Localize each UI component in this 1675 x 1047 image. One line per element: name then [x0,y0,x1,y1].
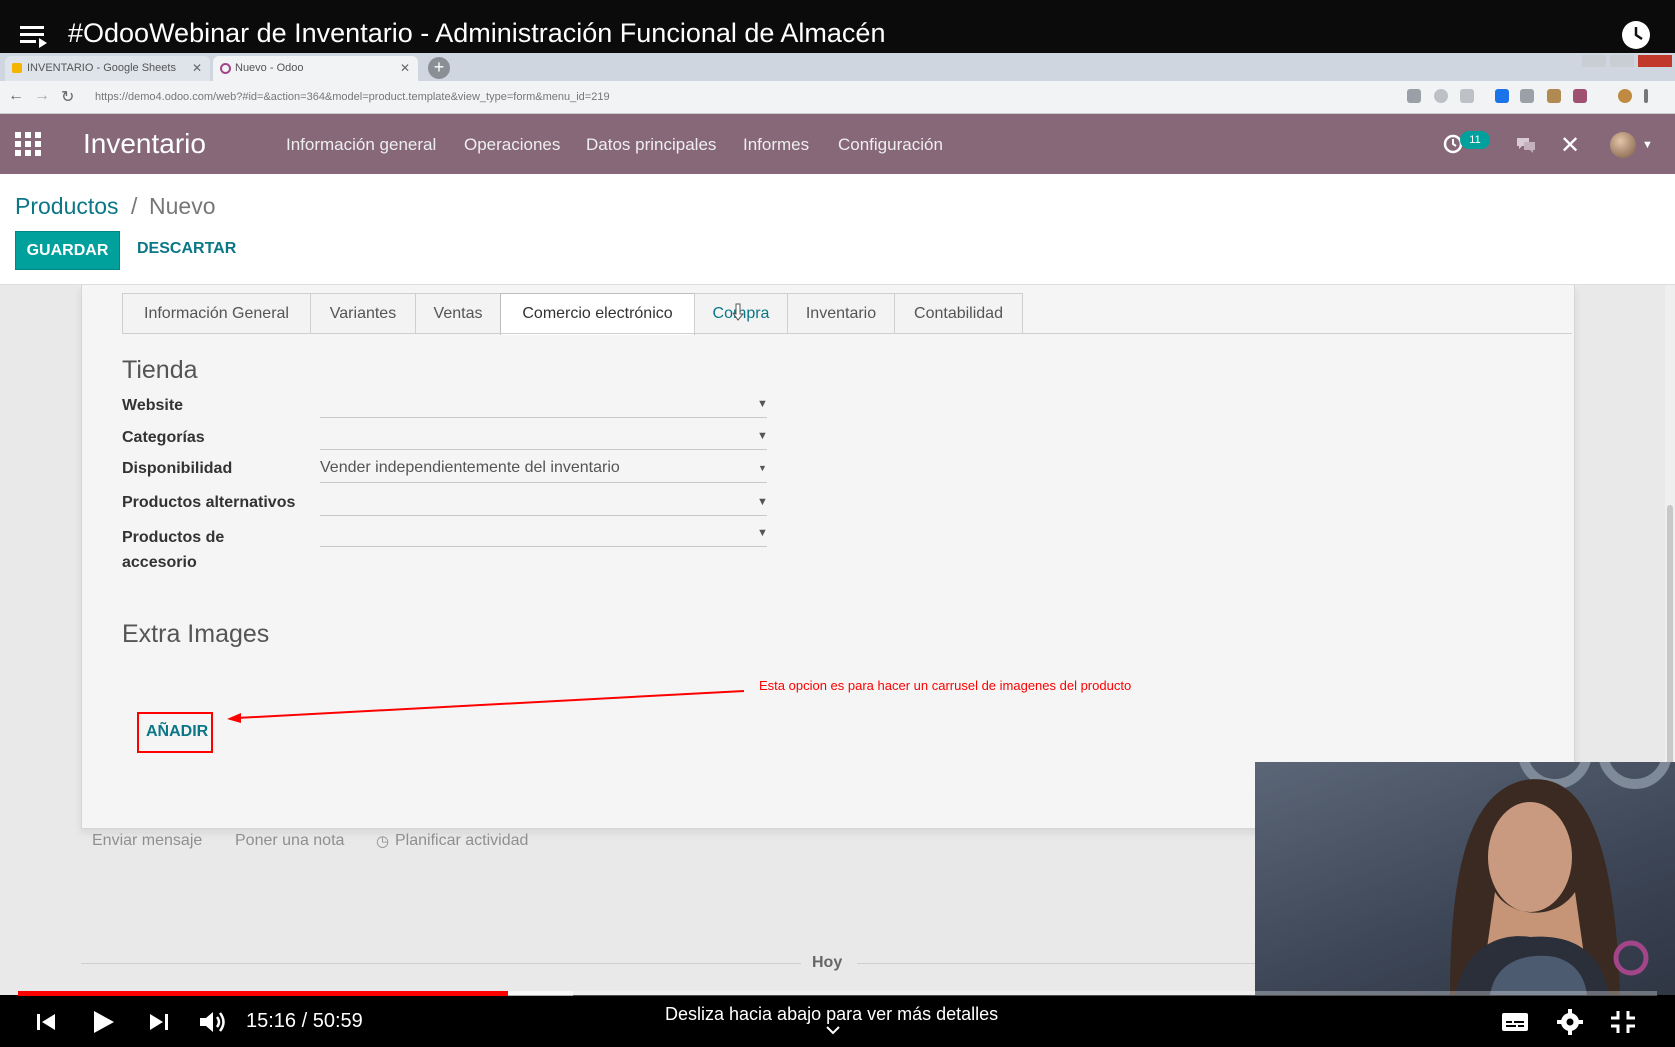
productos-de-accesorio-select[interactable] [320,518,767,547]
tab-variantes[interactable]: Variantes [310,293,416,333]
presenter-webcam [1255,762,1675,995]
time-current: 15:16 [246,1010,297,1032]
url-field[interactable]: https://demo4.odoo.com/web?#id=&action=3… [95,85,1395,109]
close-tab-icon[interactable]: ✕ [400,56,410,81]
profile-avatar-icon[interactable] [1618,89,1632,103]
disponibilidad-select[interactable]: Vender independientemente del inventario [320,454,767,483]
browser-tab-strip: INVENTARIO - Google Sheets ✕ Nuevo - Odo… [0,53,1675,81]
extension-icons [1400,87,1660,107]
menu-informacion-general[interactable]: Información general [286,135,436,155]
breadcrumb-productos[interactable]: Productos [15,193,119,220]
caret-down-icon[interactable]: ▼ [757,496,768,508]
caret-down-icon[interactable]: ▼ [1642,139,1653,151]
exit-fullscreen-icon[interactable] [1608,1008,1638,1036]
extension-icon[interactable] [1495,89,1509,103]
subtitles-icon[interactable] [1500,1008,1530,1036]
browser-tab-odoo[interactable]: Nuevo - Odoo ✕ [213,56,418,81]
translate-icon[interactable] [1407,89,1421,103]
field-label-disponibilidad: Disponibilidad [122,460,233,477]
menu-datos-principales[interactable]: Datos principales [586,135,716,155]
chevron-down-icon[interactable] [825,1024,841,1036]
caret-down-icon[interactable]: ▼ [757,398,768,410]
extension-icon[interactable] [1547,89,1561,103]
discard-button[interactable]: DESCARTAR [137,240,236,258]
watch-later-icon[interactable] [1621,20,1651,50]
previous-icon[interactable] [33,1008,63,1036]
reload-icon[interactable]: ↻ [61,87,74,107]
productos-alternativos-select[interactable] [320,487,767,516]
bookmark-star-icon[interactable] [1460,89,1474,103]
tab-divider [122,333,1572,334]
messages-icon[interactable] [1515,135,1537,155]
forward-icon[interactable]: → [34,87,50,105]
presenter-video-frame [1450,762,1671,995]
next-icon[interactable] [144,1008,174,1036]
close-tab-icon[interactable]: ✕ [192,56,202,81]
caret-down-icon[interactable]: ▼ [758,463,767,473]
new-tab-icon[interactable]: + [428,57,450,79]
zoom-icon[interactable] [1434,89,1448,103]
activity-count-badge[interactable]: 11 [1460,131,1490,149]
today-label: Hoy [812,954,843,971]
mouse-cursor-icon [733,303,745,321]
browser-tab-sheets[interactable]: INVENTARIO - Google Sheets ✕ [5,56,210,81]
extension-icon[interactable] [1573,89,1587,103]
video-title[interactable]: #OdooWebinar de Inventario - Administrac… [68,18,885,49]
window-controls[interactable] [1580,54,1675,68]
send-message-link[interactable]: Enviar mensaje [92,832,202,850]
playlist-menu-icon[interactable] [20,22,50,50]
clock-icon: ◷ [376,833,390,850]
divider [857,963,1257,964]
annotation-text: Esta opcion es para hacer un carrusel de… [759,678,1132,693]
caret-down-icon[interactable]: ▼ [757,430,768,442]
time-total: 50:59 [312,1010,363,1032]
browser-tab-label: Nuevo - Odoo [235,62,304,74]
schedule-activity-link[interactable]: Planificar actividad [395,832,528,850]
divider [81,963,801,964]
apps-grid-icon[interactable] [15,132,41,156]
tab-contabilidad[interactable]: Contabilidad [894,293,1023,333]
back-icon[interactable]: ← [8,87,24,105]
section-title-tienda: Tienda [122,356,198,384]
field-label-website: Website [122,397,184,414]
time-separator: / [296,1010,313,1032]
annotation-highlight-box [137,712,213,753]
annotation-arrow [227,690,745,723]
app-name[interactable]: Inventario [83,128,206,160]
browser-tab-label: INVENTARIO - Google Sheets [27,62,176,74]
save-button[interactable]: GUARDAR [15,231,120,270]
field-label-productos-alternativos: Productos alternativos [122,494,296,511]
time-display: 15:16 / 50:59 [246,1010,363,1033]
caret-down-icon[interactable]: ▼ [757,527,768,539]
tab-ventas[interactable]: Ventas [415,293,501,333]
field-label-categorias: Categorías [122,429,205,446]
scroll-hint[interactable]: Desliza hacia abajo para ver más detalle… [665,1004,998,1025]
odoo-favicon-icon [220,63,231,74]
menu-operaciones[interactable]: Operaciones [464,135,560,155]
user-avatar[interactable] [1610,132,1636,158]
browser-menu-icon[interactable] [1644,89,1648,103]
scrollbar-thumb[interactable] [1667,505,1673,785]
log-note-link[interactable]: Poner una nota [235,832,344,850]
field-label-productos-de-accesorio: Productos de accesorio [122,529,225,571]
extension-icon[interactable] [1520,89,1534,103]
tab-inventario[interactable]: Inventario [787,293,895,333]
categorias-select[interactable] [320,421,767,450]
section-title-extra-images: Extra Images [122,620,270,648]
volume-icon[interactable] [197,1008,227,1036]
breadcrumb-current: Nuevo [149,193,216,219]
breadcrumb-separator: / [131,193,138,219]
control-panel [0,174,1675,285]
tab-informacion-general[interactable]: Información General [122,293,311,333]
play-icon[interactable] [88,1008,118,1036]
settings-gear-icon[interactable] [1555,1008,1585,1036]
form-sheet [81,285,1575,829]
menu-informes[interactable]: Informes [743,135,809,155]
close-icon[interactable]: ✕ [1559,134,1581,158]
tab-comercio-electronico[interactable]: Comercio electrónico [500,293,695,335]
sheets-favicon-icon [12,63,22,73]
website-select[interactable] [320,389,767,418]
menu-configuracion[interactable]: Configuración [838,135,943,155]
